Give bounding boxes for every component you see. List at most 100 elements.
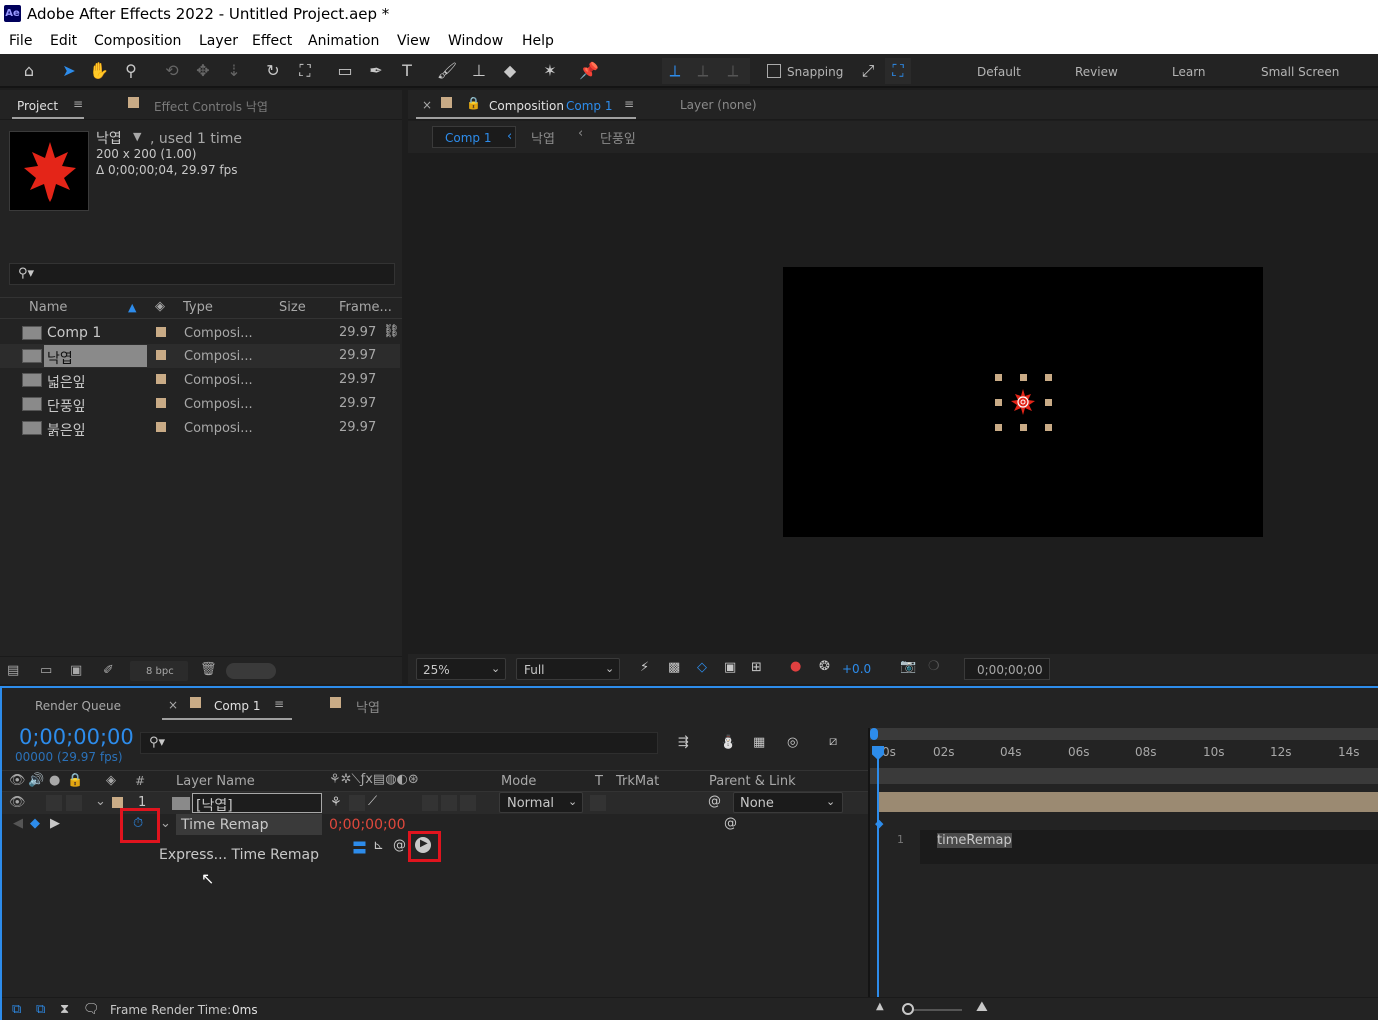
label-tag-icon[interactable]: ◈ [106,773,116,788]
render-time-icon[interactable]: 🗨 [83,1002,100,1017]
col-frame-rate[interactable]: Frame... [339,300,392,315]
rotate-tool-icon[interactable]: ↻ [262,60,284,82]
layer-name-field[interactable]: [낙엽] [192,793,322,814]
layer-handle[interactable] [1020,374,1027,381]
orbit-tool-icon[interactable]: ⟲ [161,60,183,82]
menu-effect[interactable]: Effect [252,33,292,49]
local-axis-icon[interactable]: ⟂ [664,60,686,82]
lock-icon[interactable]: 🔒 [67,773,83,788]
frame-blending-icon[interactable]: ▦ [753,735,765,750]
col-parent-link[interactable]: Parent & Link [709,774,796,789]
close-tab-icon[interactable]: × [168,698,178,712]
col-type[interactable]: Type [183,300,213,315]
timeline-search-input[interactable]: ⚲▾ [140,732,658,754]
region-of-interest-icon[interactable]: ▣ [724,660,736,675]
video-visibility-icon[interactable]: 👁 [9,773,26,788]
layer-handle[interactable] [1045,374,1052,381]
guides-icon[interactable]: ⊞ [751,660,762,675]
zoom-in-icon[interactable]: ⛰ [976,999,988,1015]
tab-layer[interactable]: Layer (none) [680,98,757,112]
layer-handle[interactable] [995,424,1002,431]
trash-icon[interactable]: 🗑 [200,662,217,677]
current-time[interactable]: 0;00;00;00 [19,725,134,749]
resolution-dropdown[interactable]: Full ⌄ [516,658,620,680]
selection-tool-icon[interactable]: ➤ [58,60,80,82]
layer-handle[interactable] [1045,424,1052,431]
tab-effect-controls[interactable]: Effect Controls 낙엽 [154,98,268,115]
shy-switch-icon[interactable]: ⚘ [330,795,342,810]
eraser-tool-icon[interactable]: ◆ [499,60,521,82]
tab-composition-name[interactable]: Comp 1 [566,99,612,113]
show-snapshot-icon[interactable]: ❍ [928,659,940,674]
collapse-switch[interactable] [349,795,365,811]
type-tool-icon[interactable]: T [396,60,418,82]
panel-menu-icon[interactable]: ≡ [624,97,634,111]
tab-timeline-other[interactable]: 낙엽 [356,697,380,716]
expression-graph-icon[interactable]: ⊾ [373,838,384,853]
world-axis-icon[interactable]: ⟂ [692,60,714,82]
dolly-tool-icon[interactable]: ⇣ [223,60,245,82]
col-size[interactable]: Size [279,300,306,315]
layer-handle[interactable] [1020,424,1027,431]
view-axis-icon[interactable]: ⟂ [722,60,744,82]
prev-keyframe-icon[interactable]: ◀ [13,816,23,831]
anchor-tool-icon[interactable]: ⛶ [294,60,316,82]
close-tab-icon[interactable]: × [422,98,432,112]
next-keyframe-icon[interactable]: ▶ [50,816,60,831]
zoom-slider-thumb[interactable] [902,1003,914,1015]
work-area-start[interactable] [870,728,878,740]
clone-stamp-icon[interactable]: ⊥ [468,60,490,82]
preserve-transparency-toggle[interactable] [590,795,606,811]
motion-blur-switch[interactable] [460,795,476,811]
menu-layer[interactable]: Layer [199,33,238,49]
menu-view[interactable]: View [397,33,430,49]
channel-icon[interactable]: ● [790,659,801,674]
frame-blend-switch[interactable] [441,795,457,811]
project-item[interactable]: Comp 1 Composi... 29.97 ⛓ [0,321,400,345]
layer-handle[interactable] [995,399,1002,406]
snapping-checkbox[interactable] [767,64,781,78]
col-mode[interactable]: Mode [501,774,536,789]
expression-editor[interactable]: 1 timeRemap [886,830,1378,864]
blend-mode-dropdown[interactable]: Normal ⌄ [499,792,583,813]
graph-editor-icon[interactable]: ⧄ [829,734,837,749]
adjust-settings-icon[interactable]: ✐ [103,663,114,678]
visibility-eye-icon[interactable]: 👁 [9,795,26,810]
brush-tool-icon[interactable]: 🖌 [436,60,458,82]
expression-enable-icon[interactable]: 〓 [352,837,367,858]
zoom-tool-icon[interactable]: ⚲ [120,60,142,82]
chevron-down-icon[interactable]: ⌄ [160,816,171,831]
camera-snapshot-icon[interactable]: 📷 [900,659,916,674]
label-tag-icon[interactable]: ◈ [155,299,165,314]
property-value[interactable]: 0;00;00;00 [329,817,406,833]
panel-menu-icon[interactable]: ≡ [274,697,284,711]
home-icon[interactable]: ⌂ [18,60,40,82]
roto-brush-icon[interactable]: ✶ [539,60,561,82]
work-area-bar[interactable] [870,728,1378,740]
col-name[interactable]: Name [29,300,67,315]
tab-project[interactable]: Project [17,99,58,113]
layer-handle[interactable] [995,374,1002,381]
col-layer-name[interactable]: Layer Name [176,774,255,789]
menu-animation[interactable]: Animation [308,33,379,49]
tab-render-queue[interactable]: Render Queue [35,699,121,713]
project-search-input[interactable]: ⚲▾ [9,263,395,285]
workspace-review[interactable]: Review [1075,65,1118,79]
breadcrumb-item[interactable]: 단풍잎 [600,128,636,147]
property-name[interactable]: Time Remap [181,817,269,833]
pick-whip-icon[interactable]: @ [708,794,721,809]
exposure-value[interactable]: +0.0 [842,662,871,676]
audio-toggle[interactable] [46,795,62,811]
hand-tool-icon[interactable]: ✋ [88,60,110,82]
snap-options-icon[interactable]: ⤢ [857,60,879,82]
snap-target-icon[interactable]: ⛶ [887,60,909,82]
lock-icon[interactable]: 🔒 [466,96,481,110]
project-item[interactable]: 단풍잎 Composi... 29.97 [0,392,400,416]
flowchart-icon[interactable]: ⛓ [383,324,400,339]
puppet-pin-icon[interactable]: 📌 [578,60,600,82]
in-out-icon[interactable]: ⧗ [60,1002,69,1017]
motion-blur-icon[interactable]: ◎ [787,735,798,750]
parent-dropdown[interactable]: None ⌄ [733,792,843,813]
layer-switches-icon[interactable]: ⧉ [12,1002,21,1017]
breadcrumb-item[interactable]: 낙엽 [531,128,555,147]
